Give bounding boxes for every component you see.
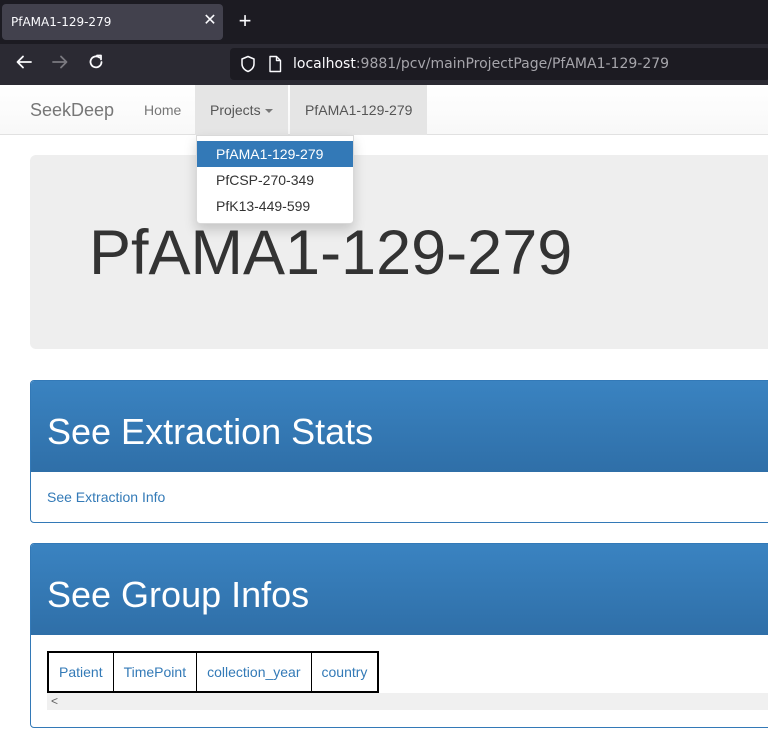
nav-projects-label: Projects (210, 102, 261, 118)
forward-icon[interactable] (47, 52, 73, 78)
url-host: localhost (293, 56, 356, 72)
extraction-panel-heading: See Extraction Stats (31, 381, 768, 472)
browser-tab-strip: PfAMA1-129-279 ✕ + (0, 0, 768, 44)
dropdown-item[interactable]: PfK13-449-599 (197, 193, 353, 219)
tab-title: PfAMA1-129-279 (11, 15, 112, 29)
column-header-timepoint[interactable]: TimePoint (112, 651, 198, 693)
close-tab-icon[interactable]: ✕ (201, 12, 219, 30)
brand-link[interactable]: SeekDeep (30, 100, 114, 121)
page-title: PfAMA1-129-279 (89, 218, 573, 288)
extraction-info-link[interactable]: See Extraction Info (47, 489, 165, 505)
extraction-panel: See Extraction Stats See Extraction Info (30, 380, 768, 523)
address-bar[interactable]: localhost:9881/pcv/mainProjectPage/PfAMA… (230, 48, 768, 80)
caret-down-icon (264, 109, 273, 114)
projects-dropdown-menu: PfAMA1-129-279 PfCSP-270-349 PfK13-449-5… (196, 135, 354, 224)
nav-home[interactable]: Home (129, 85, 196, 135)
url-text: localhost:9881/pcv/mainProjectPage/PfAMA… (293, 56, 669, 72)
jumbotron: PfAMA1-129-279 (30, 155, 768, 349)
dropdown-item[interactable]: PfCSP-270-349 (197, 167, 353, 193)
shield-icon[interactable] (239, 55, 257, 73)
browser-tab[interactable]: PfAMA1-129-279 ✕ (2, 4, 223, 40)
scroll-left-icon[interactable]: < (51, 694, 58, 709)
group-heading: See Group Infos (47, 574, 310, 615)
new-tab-icon[interactable]: + (234, 10, 256, 33)
nav-current-project[interactable]: PfAMA1-129-279 (290, 85, 428, 135)
site-navbar: SeekDeep Home Projects PfAMA1-129-279 (0, 85, 768, 135)
horizontal-scrollbar[interactable]: < (47, 693, 768, 710)
group-info-table: Patient TimePoint collection_year countr… (47, 651, 380, 693)
column-header-patient[interactable]: Patient (47, 651, 114, 693)
web-page: SeekDeep Home Projects PfAMA1-129-279 Pf… (0, 85, 768, 739)
back-icon[interactable] (11, 52, 37, 78)
group-panel: See Group Infos Patient TimePoint collec… (30, 543, 768, 728)
column-header-country[interactable]: country (310, 651, 379, 693)
extraction-heading: See Extraction Stats (47, 411, 374, 452)
table-header-row: Patient TimePoint collection_year countr… (47, 651, 379, 693)
column-header-collection-year[interactable]: collection_year (196, 651, 312, 693)
reload-icon[interactable] (83, 52, 109, 78)
page-icon[interactable] (267, 55, 283, 73)
url-path: :9881/pcv/mainProjectPage/PfAMA1-129-279 (355, 56, 670, 72)
dropdown-item[interactable]: PfAMA1-129-279 (197, 141, 353, 167)
group-panel-heading: See Group Infos (31, 544, 768, 635)
nav-projects-dropdown[interactable]: Projects (195, 85, 288, 135)
browser-toolbar: localhost:9881/pcv/mainProjectPage/PfAMA… (0, 44, 768, 85)
